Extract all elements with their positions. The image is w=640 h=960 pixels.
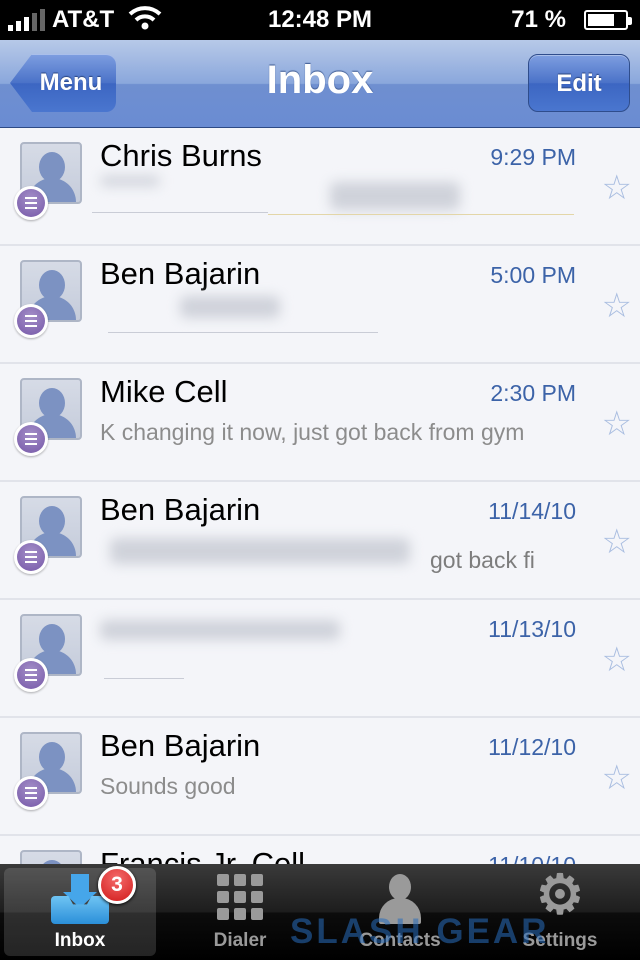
edit-button[interactable]: Edit bbox=[528, 54, 630, 112]
message-time: 11/10/10 bbox=[488, 852, 576, 864]
divider bbox=[92, 212, 268, 213]
contact-name: Ben Bajarin bbox=[100, 256, 261, 291]
message-row[interactable]: 11/13/10 ☆ bbox=[0, 600, 640, 718]
star-favorite-icon[interactable]: ☆ bbox=[602, 286, 632, 326]
unread-count-badge: 3 bbox=[98, 866, 136, 904]
redacted-preview bbox=[100, 176, 160, 186]
message-row[interactable]: Ben Bajarin 11/12/10 Sounds good ☆ bbox=[0, 718, 640, 836]
text-message-badge-icon bbox=[14, 304, 48, 338]
text-message-badge-icon bbox=[14, 776, 48, 810]
keypad-icon bbox=[217, 874, 263, 920]
message-row[interactable]: Ben Bajarin 5:00 PM ☆ bbox=[0, 246, 640, 364]
message-row[interactable]: Francis Jr. Cell 11/10/10 bbox=[0, 836, 640, 864]
message-preview: got back fi bbox=[430, 547, 535, 573]
redacted-name bbox=[100, 620, 340, 640]
message-time: 2:30 PM bbox=[490, 380, 576, 406]
contact-avatar-icon bbox=[20, 850, 82, 864]
message-time: 5:00 PM bbox=[490, 262, 576, 288]
site-watermark: SLASH GEAR bbox=[290, 912, 550, 951]
message-preview: K changing it now, just got back from gy… bbox=[100, 419, 525, 445]
message-time: 11/13/10 bbox=[488, 616, 576, 642]
star-favorite-icon[interactable]: ☆ bbox=[602, 404, 632, 444]
status-bar: AT&T 12:48 PM 71 % bbox=[0, 0, 640, 40]
message-time: 11/12/10 bbox=[488, 734, 576, 760]
text-message-badge-icon bbox=[14, 422, 48, 456]
redacted-preview bbox=[110, 538, 410, 564]
navigation-bar: Menu Inbox Edit bbox=[0, 40, 640, 128]
contact-name: Ben Bajarin bbox=[100, 492, 261, 527]
message-row[interactable]: Mike Cell 2:30 PM K changing it now, jus… bbox=[0, 364, 640, 482]
message-row[interactable]: Chris Burns 9:29 PM ☆ bbox=[0, 128, 640, 246]
star-favorite-icon[interactable]: ☆ bbox=[602, 522, 632, 562]
text-message-badge-icon bbox=[14, 658, 48, 692]
star-favorite-icon[interactable]: ☆ bbox=[602, 640, 632, 680]
battery-icon bbox=[584, 10, 632, 30]
contact-name: Francis Jr. Cell bbox=[100, 846, 305, 864]
divider bbox=[268, 214, 574, 215]
message-row[interactable]: Ben Bajarin 11/14/10 got back fi ☆ bbox=[0, 482, 640, 600]
tab-label: Inbox bbox=[54, 930, 106, 951]
message-list[interactable]: Chris Burns 9:29 PM ☆ Ben Bajarin 5:00 P… bbox=[0, 128, 640, 864]
star-favorite-icon[interactable]: ☆ bbox=[602, 758, 632, 798]
contact-name: Chris Burns bbox=[100, 138, 262, 173]
divider bbox=[104, 678, 184, 679]
redacted-preview bbox=[180, 296, 280, 318]
tab-inbox[interactable]: 3 Inbox bbox=[4, 866, 156, 956]
contact-name: Mike Cell bbox=[100, 374, 228, 409]
star-favorite-icon[interactable]: ☆ bbox=[602, 168, 632, 208]
text-message-badge-icon bbox=[14, 540, 48, 574]
message-preview: Sounds good bbox=[100, 773, 236, 799]
message-time: 9:29 PM bbox=[490, 144, 576, 170]
divider bbox=[108, 332, 378, 333]
battery-percent: 71 % bbox=[511, 6, 566, 33]
redacted-preview bbox=[330, 182, 460, 210]
text-message-badge-icon bbox=[14, 186, 48, 220]
contact-name: Ben Bajarin bbox=[100, 728, 261, 763]
message-time: 11/14/10 bbox=[488, 498, 576, 524]
